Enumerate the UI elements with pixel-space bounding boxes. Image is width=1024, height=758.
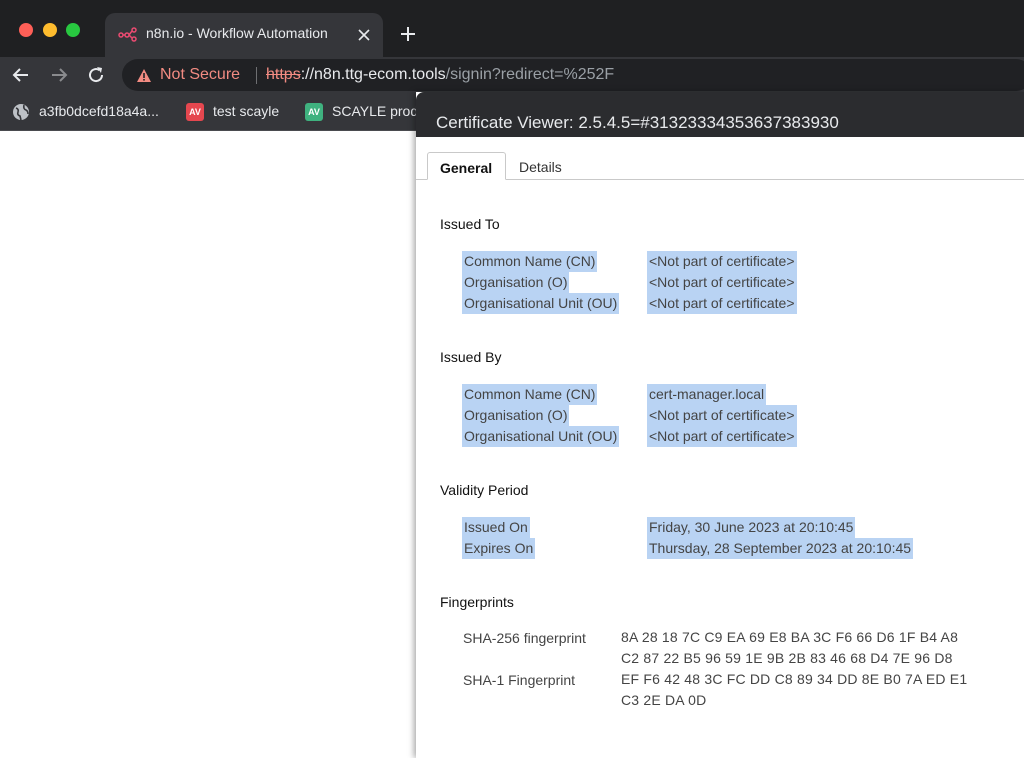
browser-toolbar: Not Secure https://n8n.ttg-ecom.tools/si… [0,57,1024,93]
url-text[interactable]: https://n8n.ttg-ecom.tools/signin?redire… [266,66,614,84]
url-scheme: https [266,66,301,83]
field-label: Common Name (CN) [462,384,598,405]
url-host: ://n8n.ttg-ecom.tools [300,66,446,83]
n8n-logo-icon [118,27,137,42]
field-value: <Not part of certificate> [647,405,797,426]
zoom-window-button[interactable] [66,23,80,37]
field-label: Organisation (O) [462,405,570,426]
fingerprint-label: SHA-256 fingerprint [463,630,586,646]
section-heading-validity: Validity Period [440,482,529,498]
browser-tab-n8n[interactable]: n8n.io - Workflow Automation [105,13,383,57]
reload-icon[interactable] [86,65,106,85]
bookmark-label: a3fb0dcefd18a4a... [39,103,159,119]
tab-details[interactable]: Details [507,152,577,180]
section-heading-fingerprints: Fingerprints [440,594,514,610]
address-bar[interactable]: Not Secure https://n8n.ttg-ecom.tools/si… [122,59,1024,91]
av-badge-icon: AV [186,103,204,121]
field-value: <Not part of certificate> [647,272,797,293]
new-tab-icon[interactable] [398,24,418,44]
security-status-label[interactable]: Not Secure [160,66,240,84]
field-label: Expires On [462,538,536,559]
omnibox-divider [256,67,257,84]
field-value: Friday, 30 June 2023 at 20:10:45 [647,517,856,538]
warning-icon[interactable] [136,68,152,83]
bookmark-label: test scayle [213,103,280,119]
bookmark-label: SCAYLE prod [332,103,419,119]
back-arrow-icon[interactable] [11,65,31,85]
field-value: <Not part of certificate> [647,426,797,447]
close-window-button[interactable] [19,23,33,37]
minimize-window-button[interactable] [43,23,57,37]
url-path: /signin?redirect=%252F [445,66,615,83]
dialog-body: General Details Issued To Common Name (C… [416,137,1024,758]
fingerprint-value: 8A 28 18 7C C9 EA 69 E8 BA 3C F6 66 D6 1… [621,627,958,669]
section-heading-issued-by: Issued By [440,349,502,365]
field-label: Organisational Unit (OU) [462,426,620,447]
certificate-viewer-dialog: Certificate Viewer: 2.5.4.5=#31323334353… [416,92,1024,758]
field-label: Organisation (O) [462,272,570,293]
tab-strip: n8n.io - Workflow Automation [0,0,1024,57]
dialog-titlebar[interactable]: Certificate Viewer: 2.5.4.5=#31323334353… [416,92,1024,137]
field-label: Organisational Unit (OU) [462,293,620,314]
field-value: <Not part of certificate> [647,251,797,272]
fingerprint-line: EF F6 42 48 3C FC DD C8 89 34 DD 8E B0 7… [621,671,968,687]
field-value: cert-manager.local [647,384,767,405]
field-label: Issued On [462,517,530,538]
field-value: Thursday, 28 September 2023 at 20:10:45 [647,538,914,559]
tab-general[interactable]: General [427,152,506,180]
globe-icon [13,104,29,121]
fingerprint-line: 8A 28 18 7C C9 EA 69 E8 BA 3C F6 66 D6 1… [621,629,959,645]
fingerprint-line: C2 87 22 B5 96 59 1E 9B 2B 83 46 68 D4 7… [621,650,953,666]
av-badge-icon: AV [305,103,323,121]
dialog-title: Certificate Viewer: 2.5.4.5=#31323334353… [436,113,839,132]
close-tab-icon[interactable] [354,25,374,45]
fingerprint-line: C3 2E DA 0D [621,692,707,708]
forward-arrow-icon[interactable] [49,65,69,85]
tab-title: n8n.io - Workflow Automation [146,25,328,41]
field-value: <Not part of certificate> [647,293,797,314]
field-label: Common Name (CN) [462,251,598,272]
section-heading-issued-to: Issued To [440,216,500,232]
fingerprint-value: EF F6 42 48 3C FC DD C8 89 34 DD 8E B0 7… [621,669,967,711]
fingerprint-label: SHA-1 Fingerprint [463,672,576,688]
